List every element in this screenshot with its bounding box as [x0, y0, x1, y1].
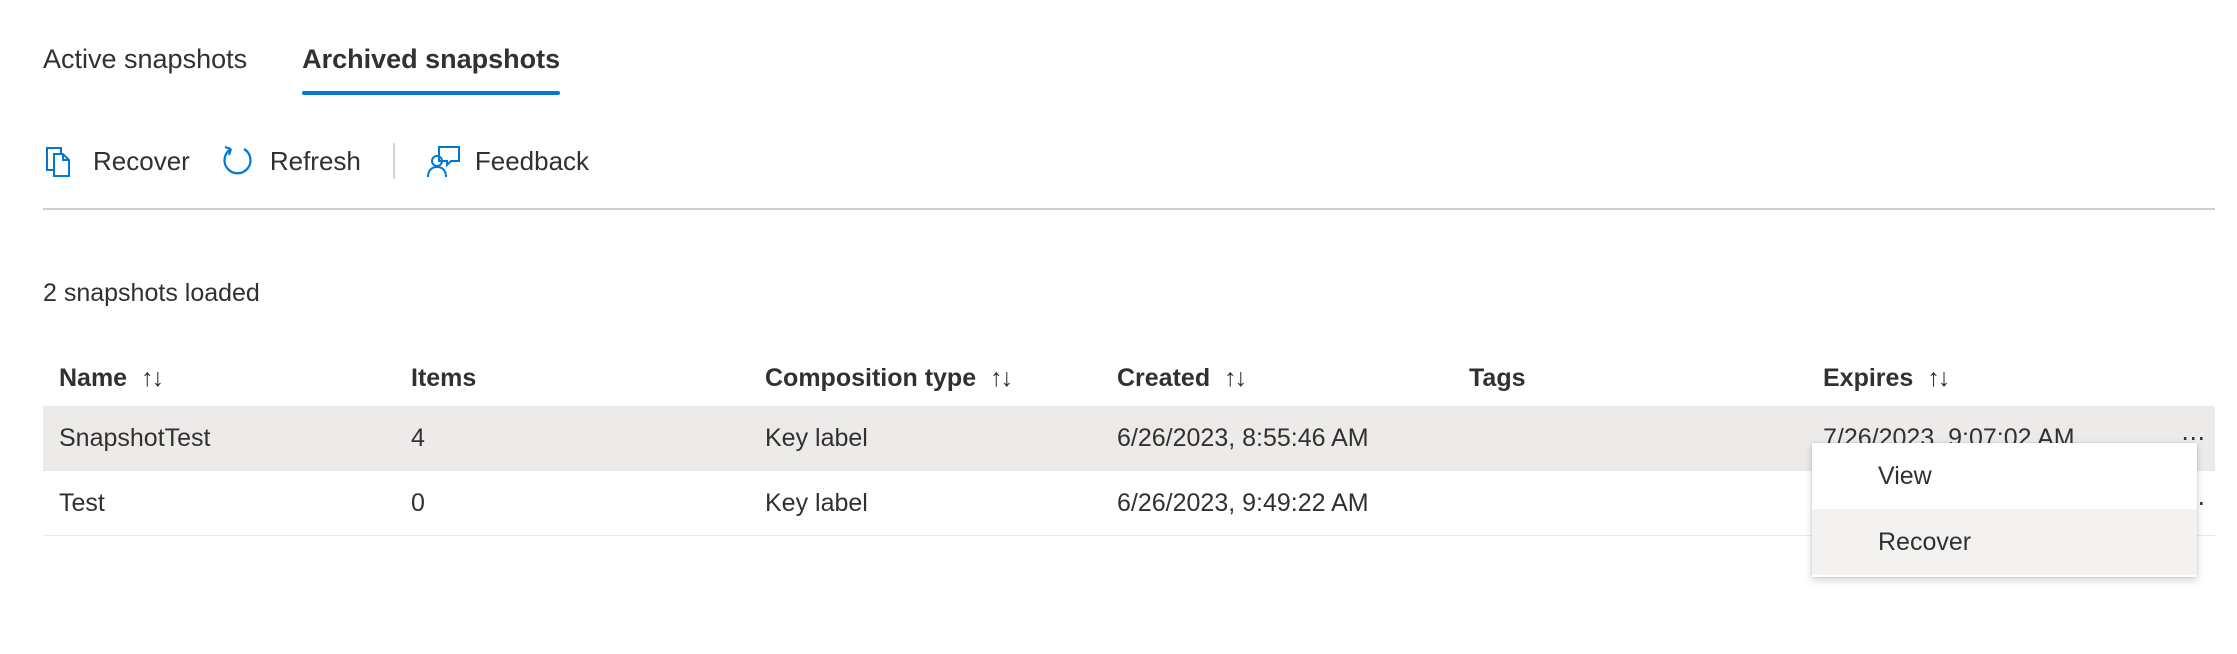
snapshot-tabs: Active snapshots Archived snapshots — [43, 44, 561, 95]
cell-composition-type: Key label — [765, 488, 868, 517]
cell-name: Test — [59, 488, 105, 517]
cell-created: 6/26/2023, 8:55:46 AM — [1117, 423, 1369, 452]
snapshots-page: Active snapshots Archived snapshots Reco… — [0, 0, 2237, 654]
cell-items: 0 — [411, 488, 425, 517]
column-header-composition-type[interactable]: Composition type ↑↓ — [765, 350, 1013, 406]
sort-icon[interactable]: ↑↓ — [990, 364, 1013, 393]
feedback-person-icon — [426, 146, 460, 178]
column-header-name[interactable]: Name ↑↓ — [59, 350, 164, 406]
menu-item-view[interactable]: View — [1812, 443, 2197, 509]
status-text: 2 snapshots loaded — [43, 279, 260, 307]
tab-archived-snapshots[interactable]: Archived snapshots — [302, 44, 561, 95]
row-context-menu: View Recover — [1812, 443, 2197, 577]
recover-label: Recover — [93, 145, 190, 176]
feedback-label: Feedback — [474, 145, 590, 176]
column-header-items: Items — [411, 363, 477, 392]
sort-icon[interactable]: ↑↓ — [1927, 364, 1950, 393]
cell-name: SnapshotTest — [59, 423, 211, 452]
tab-active-snapshots[interactable]: Active snapshots — [43, 44, 247, 95]
menu-item-recover[interactable]: Recover — [1812, 509, 2197, 575]
refresh-icon — [223, 145, 252, 175]
toolbar-divider-line — [43, 208, 2215, 210]
sort-icon[interactable]: ↑↓ — [141, 364, 164, 393]
cell-items: 4 — [411, 423, 425, 452]
toolbar-divider — [392, 143, 395, 179]
refresh-button[interactable]: Refresh — [220, 136, 361, 186]
sort-icon[interactable]: ↑↓ — [1224, 364, 1247, 393]
column-header-tags: Tags — [1469, 363, 1526, 392]
copy-document-icon — [46, 147, 70, 177]
recover-button[interactable]: Recover — [43, 136, 190, 186]
cell-composition-type: Key label — [765, 423, 868, 452]
column-header-created[interactable]: Created ↑↓ — [1117, 350, 1247, 406]
toolbar: Recover Refresh Feedback — [43, 136, 589, 186]
table-header: Name ↑↓ Items Composition type ↑↓ Create… — [43, 350, 2215, 406]
feedback-button[interactable]: Feedback — [425, 136, 589, 186]
column-header-expires[interactable]: Expires ↑↓ — [1823, 350, 1950, 406]
refresh-label: Refresh — [269, 145, 361, 176]
cell-created: 6/26/2023, 9:49:22 AM — [1117, 488, 1369, 517]
